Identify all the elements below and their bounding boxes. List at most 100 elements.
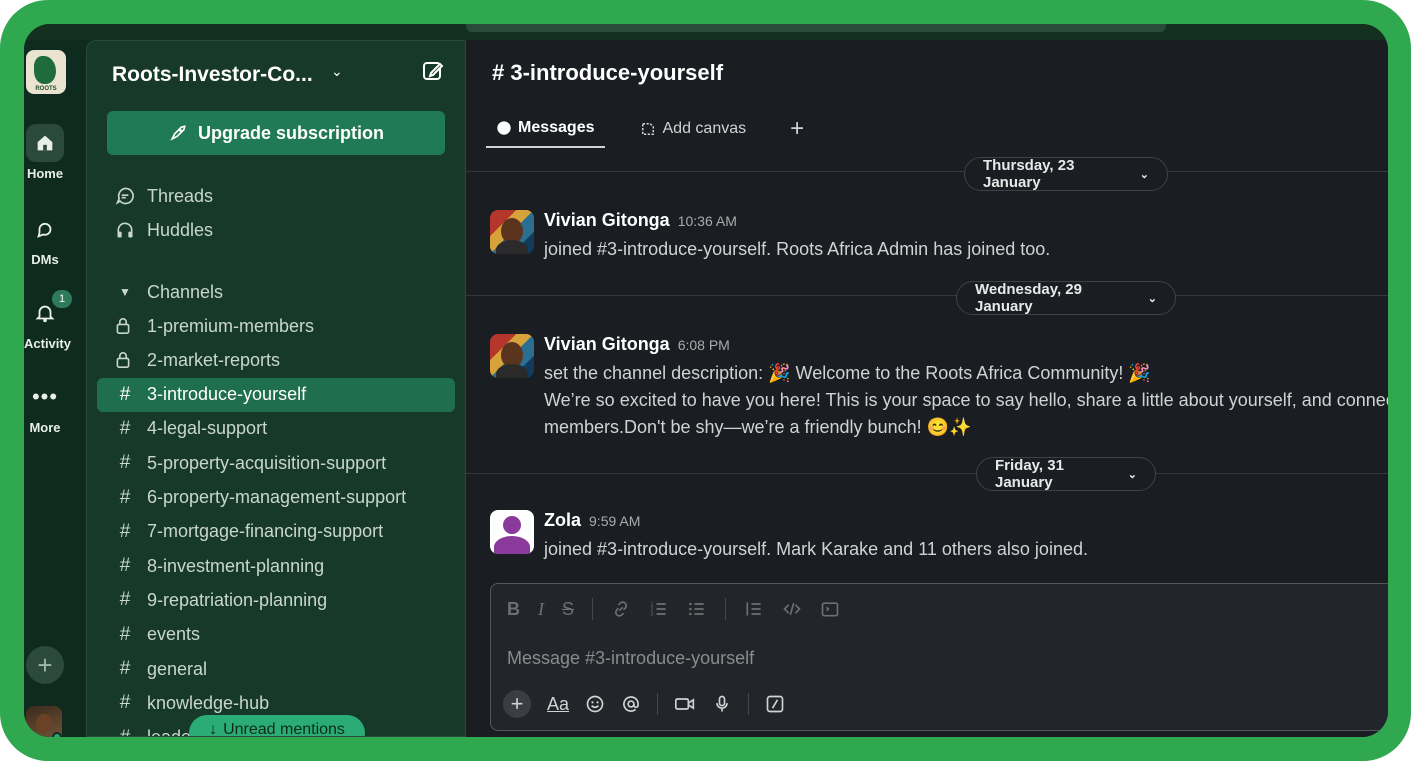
sidebar-item-label: Threads bbox=[147, 185, 214, 206]
rail-home[interactable]: Home bbox=[24, 124, 66, 181]
message-input[interactable]: Message #3-introduce-yourself bbox=[507, 648, 754, 669]
message-body: joined #3-introduce-yourself. Roots Afri… bbox=[544, 236, 1050, 263]
toolbar-separator bbox=[748, 693, 750, 715]
formatting-toolbar: B I S 123 bbox=[507, 598, 840, 620]
avatar[interactable] bbox=[490, 334, 534, 378]
compose-icon[interactable] bbox=[421, 59, 447, 85]
user-avatar[interactable] bbox=[26, 706, 62, 737]
rail-home-label: Home bbox=[26, 166, 64, 181]
rail-dms[interactable]: DMs bbox=[24, 210, 66, 267]
lock-icon bbox=[115, 317, 135, 335]
chevron-down-icon: ⌄ bbox=[1147, 292, 1157, 305]
date-divider-pill[interactable]: Wednesday, 29 January ⌄ bbox=[956, 281, 1176, 315]
toolbar-separator bbox=[592, 598, 594, 620]
sidebar-channel-item[interactable]: # knowledge-hub bbox=[115, 690, 269, 716]
chevron-down-icon[interactable]: ⌄ bbox=[331, 63, 343, 80]
sidebar-item-huddles[interactable]: Huddles bbox=[115, 217, 213, 243]
sidebar-channel-item[interactable]: #9-repatriation-planning bbox=[115, 587, 327, 613]
link-icon[interactable] bbox=[611, 599, 631, 619]
message-timestamp[interactable]: 9:59 AM bbox=[589, 513, 640, 529]
tab-add-canvas[interactable]: Add canvas bbox=[629, 110, 757, 148]
message-composer[interactable]: B I S 123 Message #3-introduce-yourself … bbox=[490, 583, 1388, 731]
workspace-name[interactable]: Roots-Investor-Co... bbox=[112, 63, 313, 87]
sidebar-channel-item[interactable]: 2-market-reports bbox=[115, 347, 280, 373]
search-bar[interactable] bbox=[466, 24, 1166, 32]
hash-icon: # bbox=[119, 658, 131, 679]
workspace-logo[interactable]: ROOTS bbox=[26, 50, 66, 94]
sidebar-channel-label: 3-introduce-yourself bbox=[147, 384, 307, 405]
avatar[interactable] bbox=[490, 210, 534, 254]
emoji-icon[interactable] bbox=[585, 694, 605, 714]
avatar[interactable] bbox=[490, 510, 534, 554]
tab-messages[interactable]: Messages bbox=[486, 110, 605, 148]
upgrade-subscription-button[interactable]: Upgrade subscription bbox=[107, 111, 445, 155]
hash-icon: # bbox=[119, 452, 131, 474]
add-workspace-button[interactable]: + bbox=[26, 646, 64, 684]
sidebar-channel-item[interactable]: #7-mortgage-financing-support bbox=[115, 519, 383, 545]
hash-icon: # bbox=[119, 555, 131, 577]
unread-mentions-button[interactable]: ↓ Unread mentions bbox=[189, 715, 365, 737]
mention-icon[interactable] bbox=[621, 694, 641, 714]
sidebar-channel-item[interactable]: #3-introduce-yourself bbox=[97, 377, 455, 412]
sidebar-channel-item[interactable]: # events bbox=[115, 622, 200, 648]
unread-mentions-label: Unread mentions bbox=[223, 721, 345, 737]
date-divider-pill[interactable]: Thursday, 23 January ⌄ bbox=[964, 157, 1168, 191]
sidebar-channel-item[interactable]: #4-legal-support bbox=[115, 416, 267, 442]
message-timestamp[interactable]: 6:08 PM bbox=[678, 337, 730, 353]
ordered-list-icon[interactable]: 123 bbox=[649, 599, 669, 619]
bold-icon[interactable]: B bbox=[507, 599, 520, 620]
hash-icon: # bbox=[119, 589, 131, 611]
attach-plus-button[interactable]: + bbox=[503, 690, 531, 718]
chevron-down-icon: ⌄ bbox=[1127, 468, 1137, 481]
sidebar-channel-item[interactable]: 1-premium-members bbox=[115, 313, 314, 339]
message-timestamp[interactable]: 10:36 AM bbox=[678, 213, 737, 229]
strikethrough-icon[interactable]: S bbox=[562, 599, 574, 620]
code-icon[interactable] bbox=[782, 599, 802, 619]
add-tab-button[interactable]: + bbox=[780, 110, 814, 148]
message-line: members.Don't be shy—we’re a friendly bu… bbox=[544, 417, 972, 437]
sidebar-channel-item[interactable]: #8-investment-planning bbox=[115, 553, 324, 579]
message-line: joined #3-introduce-yourself. Roots Afri… bbox=[544, 239, 1051, 259]
sidebar-channel-item[interactable]: #5-property-acquisition-support bbox=[115, 450, 386, 476]
microphone-icon[interactable] bbox=[712, 694, 732, 714]
sidebar-channel-label: 1-premium-members bbox=[147, 315, 315, 336]
video-icon[interactable] bbox=[674, 694, 696, 714]
message-author[interactable]: Vivian Gitonga bbox=[544, 334, 670, 354]
date-label: Friday, 31 January bbox=[995, 457, 1064, 491]
ellipsis-icon: ••• bbox=[31, 384, 59, 409]
message-bubble-icon bbox=[496, 120, 512, 136]
rail-dms-label: DMs bbox=[31, 252, 59, 267]
dms-icon bbox=[26, 210, 64, 248]
lock-icon bbox=[115, 351, 135, 369]
rail-more[interactable]: ••• More bbox=[24, 378, 66, 435]
bulleted-list-icon[interactable] bbox=[687, 599, 707, 619]
channel-title[interactable]: # 3-introduce-yourself bbox=[492, 60, 723, 86]
app-window: ROOTS Home DMs 1 Activity ••• More + Roo… bbox=[24, 24, 1388, 737]
tab-add-canvas-label: Add canvas bbox=[662, 120, 747, 137]
message-body: set the channel description: 🎉 Welcome t… bbox=[544, 360, 1388, 441]
sidebar-channel-item[interactable]: # leade bbox=[115, 725, 191, 736]
channel-sidebar: Roots-Investor-Co... ⌄ Upgrade subscript… bbox=[86, 40, 466, 737]
slash-command-icon[interactable] bbox=[765, 694, 785, 714]
blockquote-icon[interactable] bbox=[744, 599, 764, 619]
workspace-rail: ROOTS Home DMs 1 Activity ••• More + bbox=[24, 40, 86, 737]
sidebar-channel-item[interactable]: #6-property-management-support bbox=[115, 485, 406, 511]
code-block-icon[interactable] bbox=[820, 599, 840, 619]
channel-tabs: Messages Add canvas + bbox=[486, 110, 814, 148]
channels-section-header[interactable]: ▼ Channels bbox=[115, 279, 223, 305]
message-author[interactable]: Vivian Gitonga bbox=[544, 210, 670, 230]
sidebar-channel-item[interactable]: # general bbox=[115, 656, 207, 682]
date-divider-pill[interactable]: Friday, 31 January ⌄ bbox=[976, 457, 1156, 491]
sidebar-item-threads[interactable]: Threads bbox=[115, 183, 213, 209]
rail-activity[interactable]: 1 Activity bbox=[24, 290, 72, 351]
italic-icon[interactable]: I bbox=[538, 599, 544, 620]
message-author[interactable]: Zola bbox=[544, 510, 581, 530]
composer-actions: + Aa bbox=[503, 690, 785, 718]
message-header: Vivian Gitonga 10:36 AM bbox=[544, 210, 737, 231]
upgrade-label: Upgrade subscription bbox=[197, 122, 385, 143]
divider bbox=[466, 295, 1388, 296]
text-format-icon[interactable]: Aa bbox=[547, 694, 569, 715]
divider bbox=[466, 171, 1388, 172]
device-frame: ROOTS Home DMs 1 Activity ••• More + Roo… bbox=[0, 0, 1411, 761]
sidebar-item-label: Huddles bbox=[147, 219, 214, 240]
